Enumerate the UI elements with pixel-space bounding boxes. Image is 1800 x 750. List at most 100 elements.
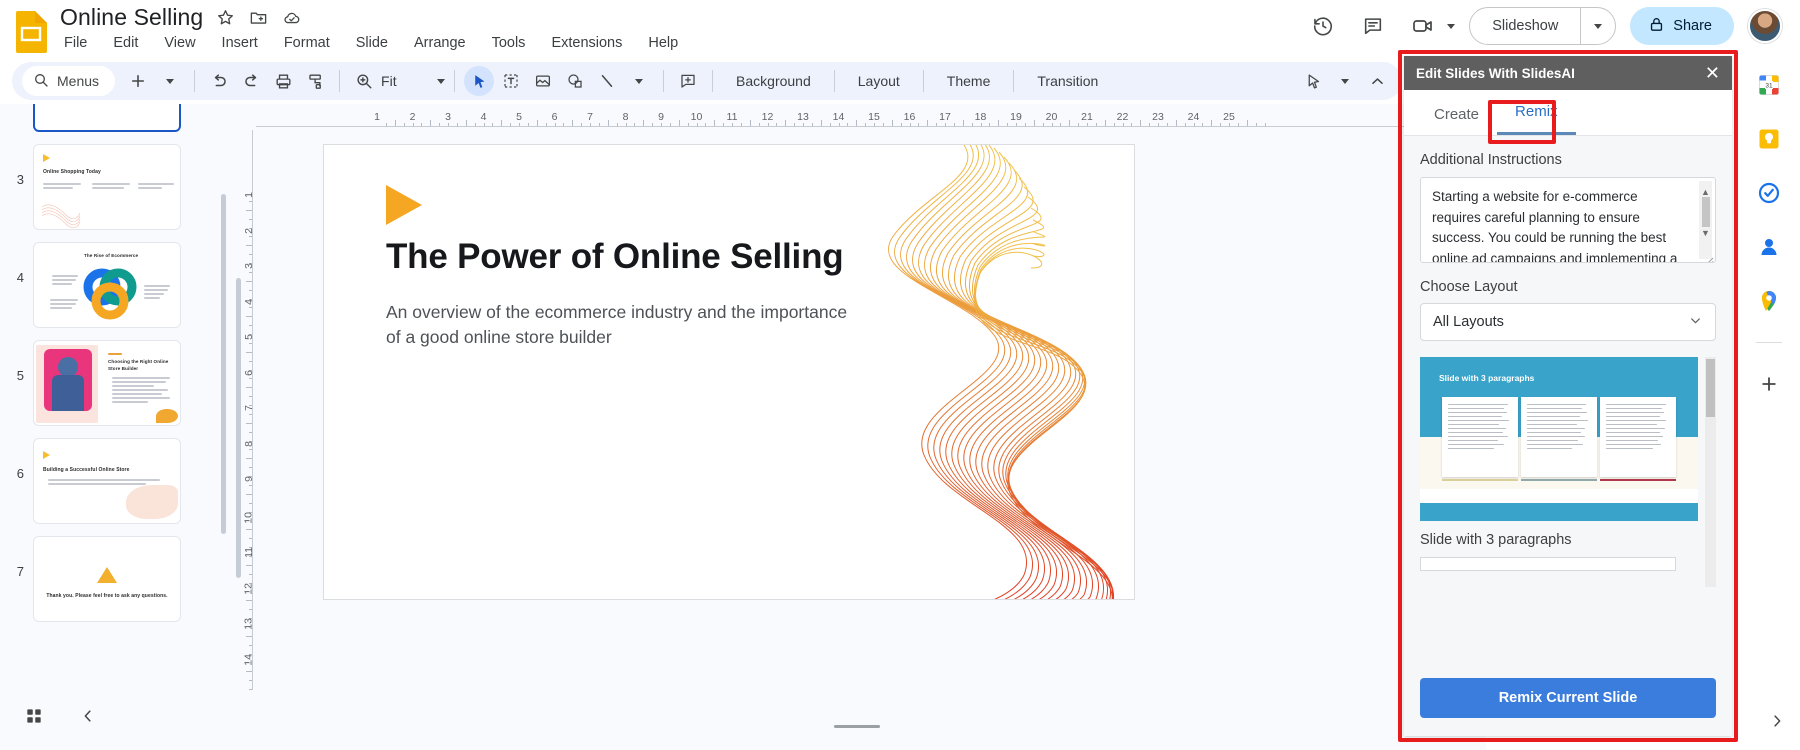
google-keep-icon[interactable]: [1756, 126, 1782, 152]
ruler-tick: [1229, 122, 1230, 126]
grid-view-icon[interactable]: [20, 702, 48, 730]
redo-icon[interactable]: [236, 66, 266, 96]
list-item[interactable]: 5 Choosing the Right Online Store Builde…: [0, 340, 228, 426]
laser-options-button[interactable]: [1330, 66, 1360, 96]
slide-title[interactable]: The Power of Online Selling: [386, 237, 844, 277]
menu-arrange[interactable]: Arrange: [410, 33, 470, 53]
transition-button[interactable]: Transition: [1023, 68, 1112, 94]
menu-insert[interactable]: Insert: [218, 33, 262, 53]
video-camera-icon[interactable]: [1405, 8, 1441, 44]
current-slide[interactable]: The Power of Online Selling An overview …: [323, 144, 1135, 600]
remix-current-slide-button[interactable]: Remix Current Slide: [1420, 678, 1716, 718]
version-history-icon[interactable]: [1305, 8, 1341, 44]
new-slide-button[interactable]: [123, 66, 153, 96]
scroll-down-arrow-icon[interactable]: ▼: [1701, 223, 1710, 244]
menus-search-button[interactable]: Menus: [22, 66, 116, 96]
chevron-right-icon[interactable]: [1764, 708, 1790, 734]
menu-help[interactable]: Help: [644, 33, 682, 53]
undo-icon[interactable]: [204, 66, 234, 96]
comment-icon[interactable]: [1355, 8, 1391, 44]
list-item[interactable]: 6 Building a Successful Online Store: [0, 438, 228, 524]
slide-thumbnail-6[interactable]: Building a Successful Online Store: [33, 438, 181, 524]
layout-option[interactable]: Slide with 3 paragraphs Slide with 3 par…: [1420, 357, 1698, 571]
ruler-tick: [687, 122, 689, 126]
slide-subtitle[interactable]: An overview of the ecommerce industry an…: [386, 300, 856, 350]
shape-icon[interactable]: [560, 66, 590, 96]
canvas-resize-handle[interactable]: [834, 725, 880, 728]
additional-instructions-input[interactable]: Starting a website for e-commerce requir…: [1420, 177, 1716, 263]
ruler-tick: [767, 122, 769, 126]
menu-view[interactable]: View: [160, 33, 199, 53]
avatar[interactable]: [1748, 9, 1782, 43]
line-options-button[interactable]: [624, 66, 654, 96]
layout-select[interactable]: All Layouts: [1420, 303, 1716, 341]
ruler-label: 23: [1152, 111, 1164, 123]
add-comment-icon[interactable]: [673, 66, 703, 96]
vertical-ruler[interactable]: 1 2 3 4 5 6 7 8 9 10 11 12 13 14: [228, 130, 256, 690]
menu-slide[interactable]: Slide: [352, 33, 392, 53]
slideshow-button[interactable]: Slideshow: [1470, 8, 1580, 44]
close-icon[interactable]: ✕: [1705, 64, 1720, 82]
ruler-label: 17: [939, 111, 951, 123]
ruler-tick: [572, 120, 574, 126]
menu-edit[interactable]: Edit: [109, 33, 142, 53]
tab-create[interactable]: Create: [1416, 106, 1497, 135]
menu-tools[interactable]: Tools: [488, 33, 530, 53]
textarea-scrollbar[interactable]: ▲ ▼: [1699, 181, 1712, 259]
menu-extensions[interactable]: Extensions: [547, 33, 626, 53]
chevron-left-icon[interactable]: [74, 702, 102, 730]
move-to-folder-icon[interactable]: [249, 8, 269, 28]
list-item[interactable]: 4 The Rise of Ecommerce: [0, 242, 228, 328]
text-box-icon[interactable]: [496, 66, 526, 96]
ruler-label: 14: [243, 653, 255, 666]
star-icon[interactable]: [216, 8, 236, 28]
google-tasks-icon[interactable]: [1756, 180, 1782, 206]
slide-thumbnail-3[interactable]: Online Shopping Today: [33, 144, 181, 230]
layout-button[interactable]: Layout: [844, 68, 914, 94]
list-item[interactable]: 2: [0, 104, 228, 132]
list-item[interactable]: 3 Online Shopping Today: [0, 144, 228, 230]
google-calendar-icon[interactable]: 31: [1756, 72, 1782, 98]
list-item[interactable]: 7 Thank you. Please feel free to ask any…: [0, 536, 228, 622]
chevron-up-icon[interactable]: [1362, 66, 1392, 96]
slide-thumbnail-7[interactable]: Thank you. Please feel free to ask any q…: [33, 536, 181, 622]
new-slide-options-button[interactable]: [155, 66, 185, 96]
layout-preview-thumbnail[interactable]: Slide with 3 paragraphs: [1420, 357, 1698, 521]
menu-format[interactable]: Format: [280, 33, 334, 53]
print-icon[interactable]: [268, 66, 298, 96]
layout-list-scrollbar[interactable]: [1705, 357, 1716, 587]
zoom-level-select[interactable]: Fit: [381, 73, 446, 89]
plus-icon[interactable]: [1756, 371, 1782, 397]
slide-thumbnail-4[interactable]: The Rise of Ecommerce: [33, 242, 181, 328]
cursor-select-icon[interactable]: [464, 66, 495, 96]
google-contacts-icon[interactable]: [1756, 234, 1782, 260]
slideshow-options-button[interactable]: [1581, 8, 1615, 44]
layout-option-next[interactable]: [1420, 557, 1676, 571]
ruler-tick: [1007, 122, 1009, 126]
tab-remix[interactable]: Remix: [1497, 103, 1576, 135]
laser-pointer-icon[interactable]: [1298, 66, 1328, 96]
slide-thumbnail-2[interactable]: [33, 104, 181, 132]
theme-button[interactable]: Theme: [933, 68, 1005, 94]
filmstrip-scrollbar[interactable]: [221, 194, 226, 534]
zoom-icon[interactable]: [349, 66, 379, 96]
slide-thumbnail-5[interactable]: Choosing the Right Online Store Builder: [33, 340, 181, 426]
ruler-tick: [1166, 122, 1168, 126]
canvas-scrollbar[interactable]: [236, 278, 241, 578]
horizontal-ruler[interactable]: 1 2 3 4 5 6 7 8 9 10 11 12 13 14 15 16 17 18 19 20 21 22 23 24 2…: [256, 104, 1486, 130]
chevron-down-icon[interactable]: [1447, 23, 1456, 29]
menu-file[interactable]: File: [60, 33, 91, 53]
slide-filmstrip[interactable]: 2 3: [0, 104, 228, 682]
background-button[interactable]: Background: [722, 68, 825, 94]
paint-format-icon[interactable]: [300, 66, 330, 96]
page-title[interactable]: Online Selling: [60, 4, 203, 31]
scrollbar-thumb[interactable]: [1706, 359, 1715, 417]
resize-grip-icon[interactable]: [1704, 251, 1714, 262]
google-maps-icon[interactable]: [1756, 288, 1782, 314]
insert-image-icon[interactable]: [528, 66, 558, 96]
layout-list[interactable]: Slide with 3 paragraphs Slide with 3 par…: [1420, 357, 1716, 587]
google-slides-logo[interactable]: [14, 10, 48, 54]
line-icon[interactable]: [592, 66, 622, 96]
cloud-saved-icon[interactable]: [282, 8, 302, 28]
share-button[interactable]: Share: [1630, 7, 1734, 45]
